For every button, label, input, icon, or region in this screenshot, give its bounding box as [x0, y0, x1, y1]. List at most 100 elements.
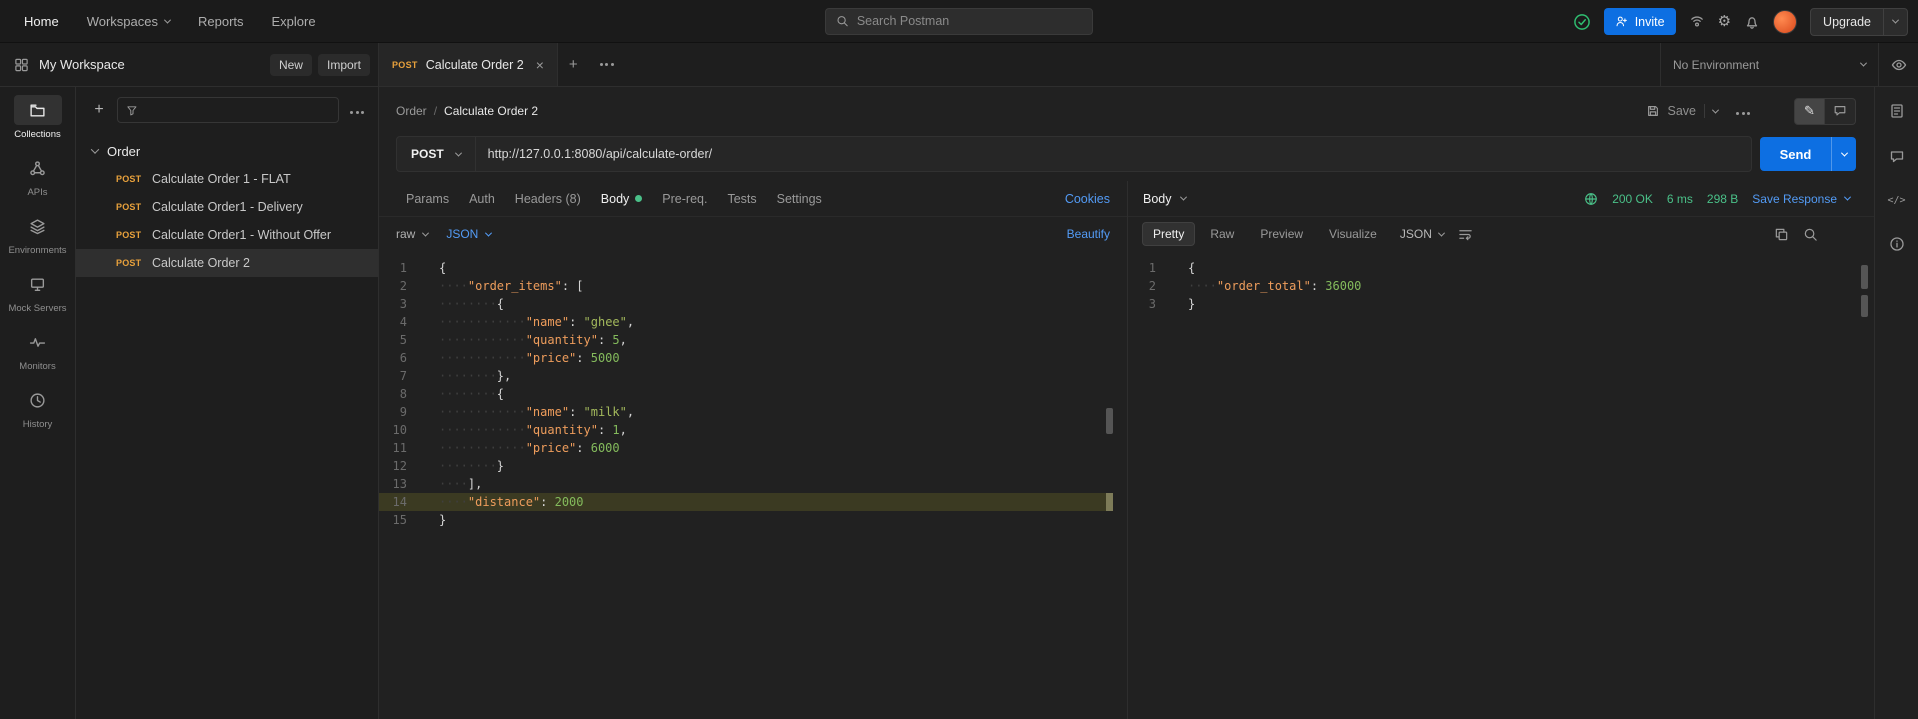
sidebar-item-environments[interactable]: Environments — [2, 211, 74, 256]
code-line[interactable]: 8 ········{ — [379, 385, 1112, 403]
code-line[interactable]: 14 ····"distance": 2000 — [379, 493, 1112, 511]
nav-explore[interactable]: Explore — [260, 8, 328, 35]
new-button[interactable]: New — [269, 53, 312, 76]
response-body-select[interactable]: Body — [1143, 192, 1187, 206]
tab-options-button[interactable] — [589, 43, 625, 86]
code-line[interactable]: 2 ····"order_items": [ — [379, 277, 1112, 295]
view-tab-raw[interactable]: Raw — [1199, 222, 1245, 246]
nav-workspaces[interactable]: Workspaces — [75, 8, 182, 35]
beautify-link[interactable]: Beautify — [1067, 227, 1110, 241]
global-search[interactable] — [825, 7, 1093, 35]
response-size[interactable]: 298 B — [1707, 192, 1738, 206]
upgrade-caret-button[interactable] — [1883, 8, 1907, 35]
network-globe-icon[interactable] — [1584, 192, 1598, 206]
tab-params[interactable]: Params — [396, 181, 459, 216]
response-format-select[interactable]: JSON — [1400, 227, 1445, 241]
request-item-2[interactable]: POST Calculate Order1 - Delivery — [76, 193, 378, 221]
tab-tests[interactable]: Tests — [717, 181, 766, 216]
sidebar-search-input[interactable] — [144, 103, 330, 117]
code-line[interactable]: 13 ····], — [379, 475, 1112, 493]
tab-headers[interactable]: Headers (8) — [505, 181, 591, 216]
save-response-button[interactable]: Save Response — [1752, 192, 1852, 206]
tab-calculate-order-2[interactable]: POST Calculate Order 2 × — [379, 43, 558, 86]
method-select[interactable]: POST — [397, 137, 476, 171]
view-tab-pretty[interactable]: Pretty — [1142, 222, 1196, 246]
code-line[interactable]: 9 ············"name": "milk", — [379, 403, 1112, 421]
nav-reports[interactable]: Reports — [186, 8, 256, 35]
code-line[interactable]: 12 ········} — [379, 457, 1112, 475]
code-snippet-button[interactable]: </> — [1887, 195, 1905, 206]
view-tab-preview[interactable]: Preview — [1249, 222, 1314, 246]
code-line[interactable]: 5 ············"quantity": 5, — [379, 331, 1112, 349]
code-line[interactable]: 3 ········{ — [379, 295, 1112, 313]
sidebar-item-history[interactable]: History — [2, 385, 74, 430]
chevron-down-icon — [163, 16, 172, 24]
response-body-viewer[interactable]: 1{2 ····"order_total": 36000 3} — [1128, 251, 1874, 719]
code-line[interactable]: 2 ····"order_total": 36000 — [1128, 277, 1859, 295]
code-line[interactable]: 3} — [1128, 295, 1859, 313]
request-body-editor[interactable]: 1{2 ····"order_items": [3 ········{4 ······… — [379, 251, 1127, 719]
sidebar-search-box[interactable] — [117, 97, 339, 123]
satellite-icon[interactable] — [1689, 14, 1705, 30]
nav-home[interactable]: Home — [12, 8, 71, 35]
view-tab-visualize[interactable]: Visualize — [1318, 222, 1388, 246]
tab-auth[interactable]: Auth — [459, 181, 505, 216]
response-scrollbar[interactable] — [1861, 265, 1868, 289]
edit-pencil-button[interactable]: ✎ — [1794, 97, 1825, 125]
comment-button[interactable] — [1825, 97, 1856, 125]
code-line[interactable]: 1{ — [1128, 259, 1859, 277]
save-button[interactable]: Save — [1646, 104, 1720, 118]
comments-button[interactable] — [1889, 149, 1905, 165]
request-more-actions-button[interactable] — [1732, 98, 1754, 124]
body-language-select[interactable]: JSON — [446, 227, 493, 241]
breadcrumb-collection[interactable]: Order — [396, 104, 427, 118]
request-item-1[interactable]: POST Calculate Order 1 - FLAT — [76, 165, 378, 193]
search-input[interactable] — [856, 14, 1082, 28]
documentation-button[interactable] — [1889, 103, 1905, 119]
close-icon[interactable]: × — [536, 57, 544, 73]
gear-icon[interactable]: ⚙ — [1718, 14, 1731, 29]
tab-settings[interactable]: Settings — [767, 181, 832, 216]
upgrade-button[interactable]: Upgrade — [1810, 7, 1908, 36]
code-line[interactable]: 7 ········}, — [379, 367, 1112, 385]
info-button[interactable] — [1889, 236, 1905, 252]
response-time[interactable]: 6 ms — [1667, 192, 1693, 206]
code-line[interactable]: 15} — [379, 511, 1112, 529]
tab-pre-request[interactable]: Pre-req. — [652, 181, 717, 216]
invite-button[interactable]: Invite — [1603, 8, 1676, 35]
send-options-button[interactable] — [1831, 137, 1856, 171]
wrap-text-button[interactable] — [1458, 227, 1473, 242]
collection-order[interactable]: Order — [76, 137, 378, 165]
tab-body[interactable]: Body — [591, 181, 653, 216]
code-line[interactable]: 4 ············"name": "ghee", — [379, 313, 1112, 331]
search-response-button[interactable] — [1803, 227, 1818, 242]
environment-quick-look-button[interactable] — [1878, 43, 1918, 86]
workspace-name[interactable]: My Workspace — [39, 57, 125, 72]
avatar[interactable] — [1773, 9, 1798, 34]
copy-response-button[interactable] — [1774, 227, 1789, 242]
request-item-3[interactable]: POST Calculate Order1 - Without Offer — [76, 221, 378, 249]
request-item-4-selected[interactable]: POST Calculate Order 2 — [76, 249, 378, 277]
status-badge[interactable]: 200 OK — [1612, 192, 1653, 206]
code-line[interactable]: 6 ············"price": 5000 — [379, 349, 1112, 367]
sidebar-item-collections[interactable]: Collections — [2, 95, 74, 140]
add-collection-button[interactable]: + — [88, 99, 110, 121]
new-tab-button[interactable]: + — [558, 43, 589, 86]
sidebar-item-apis[interactable]: APIs — [2, 153, 74, 198]
code-line[interactable]: 11 ············"price": 6000 — [379, 439, 1112, 457]
body-type-select[interactable]: raw — [396, 227, 430, 241]
sidebar-item-monitors[interactable]: Monitors — [2, 327, 74, 372]
agent-connected-icon[interactable] — [1573, 13, 1591, 31]
code-line[interactable]: 1{ — [379, 259, 1112, 277]
url-input[interactable] — [475, 137, 1751, 171]
cookies-link[interactable]: Cookies — [1065, 192, 1110, 206]
breadcrumb-request-name[interactable]: Calculate Order 2 — [444, 104, 538, 118]
code-line[interactable]: 10 ············"quantity": 1, — [379, 421, 1112, 439]
environment-selector[interactable]: No Environment — [1661, 58, 1878, 72]
sidebar-more-button[interactable] — [346, 97, 368, 123]
bell-icon[interactable] — [1744, 14, 1760, 30]
editor-scrollbar[interactable] — [1106, 408, 1113, 434]
send-button[interactable]: Send — [1760, 137, 1856, 171]
sidebar-item-mock-servers[interactable]: Mock Servers — [2, 269, 74, 314]
import-button[interactable]: Import — [317, 53, 370, 76]
